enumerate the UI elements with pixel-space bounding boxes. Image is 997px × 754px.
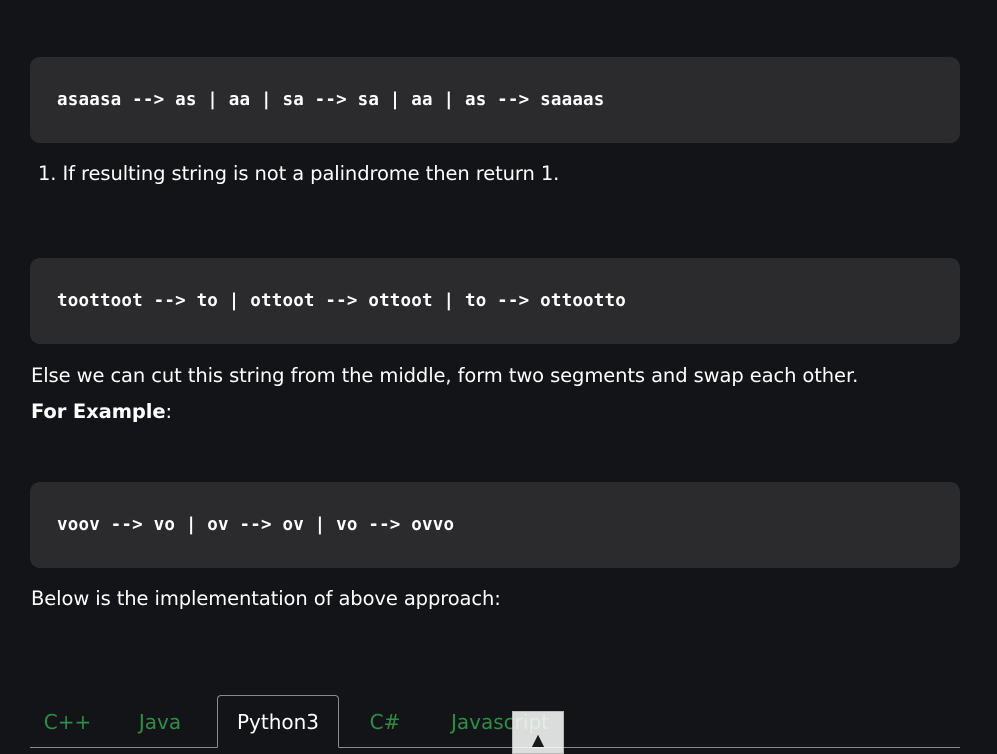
code-block: asaasa --> as | aa | sa --> sa | aa | as…	[30, 57, 960, 143]
arrow-up-icon: ▲	[531, 730, 545, 749]
tab-csharp[interactable]: C#	[355, 695, 415, 748]
tab-python3[interactable]: Python3	[217, 695, 339, 748]
code-text: toottoot --> to | ottoot --> ottoot | to…	[57, 291, 627, 311]
for-example-heading: For Example:	[31, 400, 172, 423]
list-item: 1. If resulting string is not a palindro…	[38, 162, 560, 185]
code-block: toottoot --> to | ottoot --> ottoot | to…	[30, 258, 960, 344]
code-text: asaasa --> as | aa | sa --> sa | aa | as…	[57, 90, 605, 110]
paragraph: Below is the implementation of above app…	[31, 587, 501, 610]
code-block: voov --> vo | ov --> ov | vo --> ovvo	[30, 482, 960, 568]
paragraph: Else we can cut this string from the mid…	[31, 364, 859, 387]
tab-java[interactable]: Java	[120, 695, 200, 748]
language-tabs: C++ Java Python3 C# Javascript	[30, 695, 960, 754]
scroll-to-top-button[interactable]: ▲	[512, 711, 564, 754]
tab-cpp[interactable]: C++	[30, 695, 105, 748]
for-example-bold: For Example	[31, 400, 166, 423]
for-example-colon: :	[165, 400, 172, 423]
code-text: voov --> vo | ov --> ov | vo --> ovvo	[57, 515, 455, 535]
